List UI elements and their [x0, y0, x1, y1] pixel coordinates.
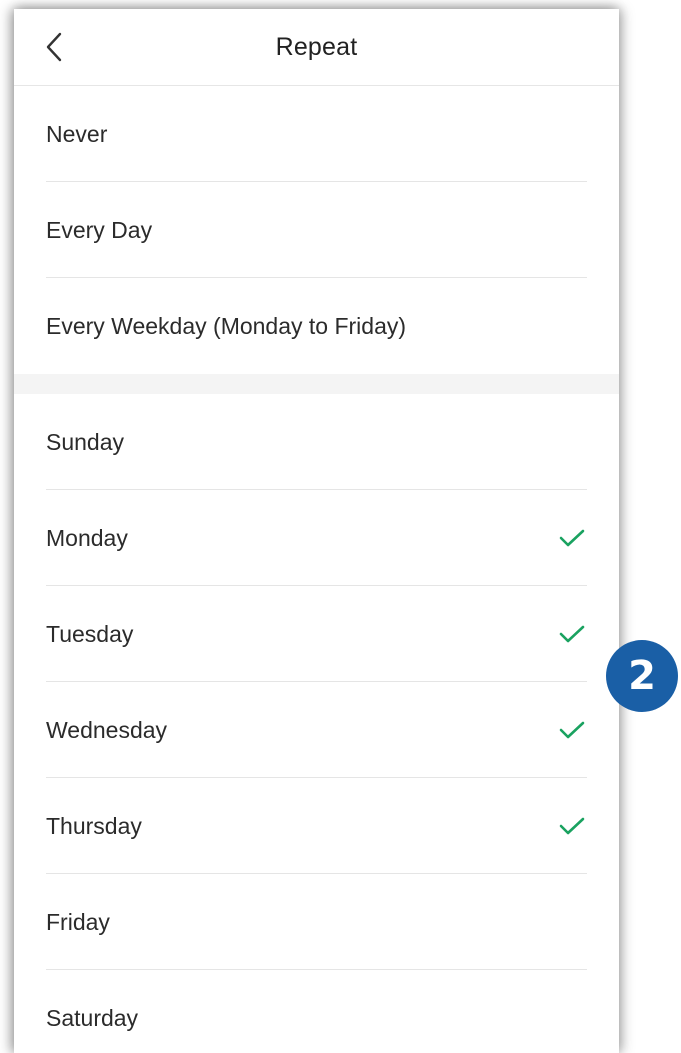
day-label: Thursday [46, 812, 142, 839]
option-label: Never [46, 120, 108, 147]
option-friday[interactable]: Friday [14, 874, 619, 970]
page-title: Repeat [275, 32, 358, 61]
option-label: Every Day [46, 216, 153, 243]
step-number-badge: 2 [606, 640, 678, 712]
option-tuesday[interactable]: Tuesday [14, 586, 619, 682]
day-label: Tuesday [46, 620, 134, 647]
checkmark-icon [557, 814, 587, 838]
day-options-list: Sunday Monday Tuesday Wednesday Thursday… [14, 394, 619, 1053]
checkmark-icon [557, 526, 587, 550]
chevron-left-icon [46, 32, 62, 62]
day-label: Saturday [46, 1004, 139, 1031]
day-label: Wednesday [46, 716, 168, 743]
checkmark-icon [557, 718, 587, 742]
option-monday[interactable]: Monday [14, 490, 619, 586]
header-bar: Repeat [14, 9, 619, 86]
section-divider [14, 374, 619, 394]
option-wednesday[interactable]: Wednesday [14, 682, 619, 778]
option-thursday[interactable]: Thursday [14, 778, 619, 874]
option-never[interactable]: Never [14, 86, 619, 182]
day-label: Friday [46, 908, 110, 935]
option-label: Every Weekday (Monday to Friday) [46, 312, 407, 339]
checkmark-icon [557, 622, 587, 646]
option-sunday[interactable]: Sunday [14, 394, 619, 490]
day-label: Monday [46, 524, 128, 551]
repeat-screen: Repeat Never Every Day Every Weekday (Mo… [14, 9, 619, 1053]
option-every-weekday[interactable]: Every Weekday (Monday to Friday) [14, 278, 619, 374]
day-label: Sunday [46, 428, 125, 455]
preset-options-list: Never Every Day Every Weekday (Monday to… [14, 86, 619, 374]
option-saturday[interactable]: Saturday [14, 970, 619, 1053]
back-button[interactable] [38, 31, 70, 63]
option-every-day[interactable]: Every Day [14, 182, 619, 278]
